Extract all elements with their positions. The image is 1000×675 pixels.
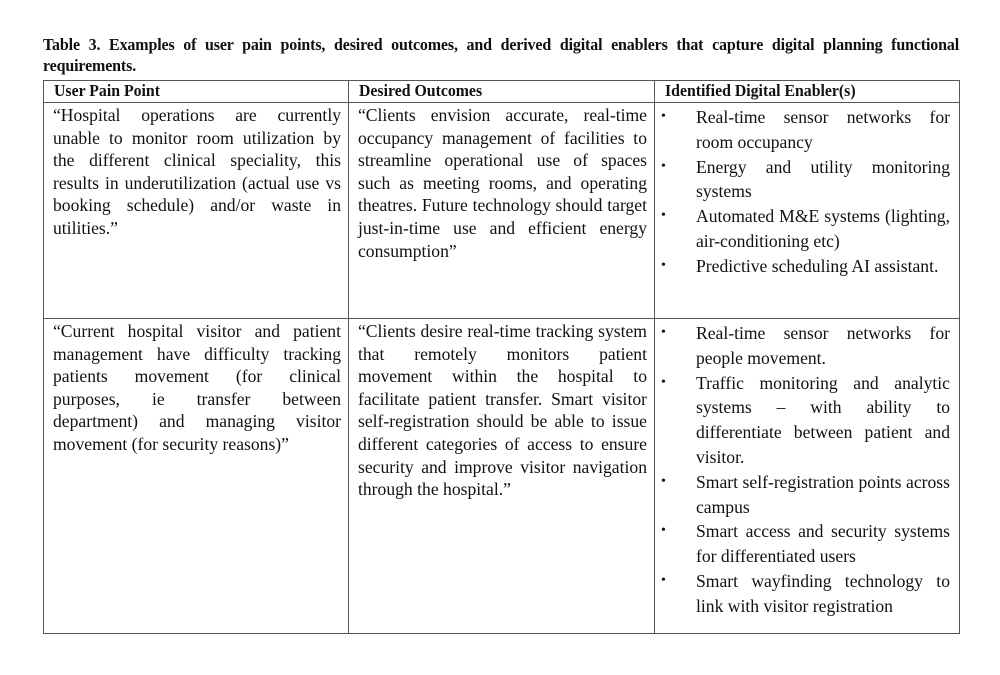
pain-point-text: “Hospital operations are currently unabl…	[53, 105, 341, 238]
bullet-icon: •	[661, 208, 666, 224]
desired-outcome-text: “Clients envision accurate, real-time oc…	[358, 105, 647, 261]
pain-point-text: “Current hospital visitor and patient ma…	[53, 321, 341, 454]
enabler-text: Smart self-registration points across ca…	[696, 471, 950, 517]
requirements-table: User Pain Point Desired Outcomes Identif…	[43, 80, 960, 634]
enabler-text: Predictive scheduling AI assistant.	[696, 255, 939, 276]
bullet-icon: •	[661, 374, 666, 390]
table-row: “Current hospital visitor and patient ma…	[43, 318, 960, 634]
column-header-digital-enablers: Identified Digital Enabler(s)	[654, 80, 960, 103]
list-item: • Automated M&E systems (lighting, air-co…	[655, 204, 950, 254]
enablers-list: • Real-time sensor networks for people mo…	[655, 319, 959, 619]
enabler-text: Smart wayfinding technology to link with…	[696, 570, 950, 616]
table-header-row: User Pain Point Desired Outcomes Identif…	[43, 80, 960, 103]
list-item: • Smart self-registration points across c…	[655, 470, 950, 520]
column-header-pain-point: User Pain Point	[43, 80, 349, 103]
bullet-icon: •	[661, 325, 666, 340]
column-header-label: Desired Outcomes	[359, 81, 483, 100]
enabler-text: Smart access and security systems for di…	[696, 521, 950, 567]
bullet-icon: •	[661, 109, 666, 124]
list-item: • Predictive scheduling AI assistant.	[655, 254, 950, 279]
list-item: • Real-time sensor networks for people mo…	[655, 321, 950, 371]
column-header-desired-outcomes: Desired Outcomes	[348, 80, 655, 103]
bullet-icon: •	[661, 473, 666, 489]
bullet-icon: •	[661, 572, 666, 588]
list-item: • Traffic monitoring and analytic systems…	[655, 371, 950, 470]
enabler-text: Automated M&E systems (lighting, air-con…	[696, 206, 950, 251]
enabler-text: Energy and utility monitoring systems	[696, 156, 950, 202]
enabler-text: Real-time sensor networks for room occup…	[696, 107, 950, 152]
bullet-icon: •	[661, 523, 666, 539]
column-header-label: Identified Digital Enabler(s)	[665, 81, 856, 100]
table-caption: Table 3. Examples of user pain points, d…	[43, 35, 960, 75]
list-item: • Smart access and security systems for d…	[655, 519, 950, 569]
pain-point-cell: “Hospital operations are currently unabl…	[43, 102, 349, 319]
enabler-text: Traffic monitoring and analytic systems …	[696, 372, 950, 467]
list-item: • Smart wayfinding technology to link wit…	[655, 569, 950, 619]
enabler-text: Real-time sensor networks for people mov…	[696, 323, 950, 368]
desired-outcome-text: “Clients desire real-time tracking syste…	[358, 321, 647, 500]
bullet-icon: •	[661, 158, 666, 174]
enablers-cell: • Real-time sensor networks for room occu…	[654, 102, 960, 319]
desired-outcome-cell: “Clients envision accurate, real-time oc…	[348, 102, 655, 319]
list-item: • Energy and utility monitoring systems	[655, 155, 950, 205]
pain-point-cell: “Current hospital visitor and patient ma…	[43, 318, 349, 634]
column-header-label: User Pain Point	[54, 81, 160, 100]
enablers-list: • Real-time sensor networks for room occu…	[655, 103, 959, 279]
list-item: • Real-time sensor networks for room occu…	[655, 105, 950, 155]
desired-outcome-cell: “Clients desire real-time tracking syste…	[348, 318, 655, 634]
table-row: “Hospital operations are currently unabl…	[43, 102, 960, 319]
bullet-icon: •	[661, 257, 666, 273]
enablers-cell: • Real-time sensor networks for people mo…	[654, 318, 960, 634]
